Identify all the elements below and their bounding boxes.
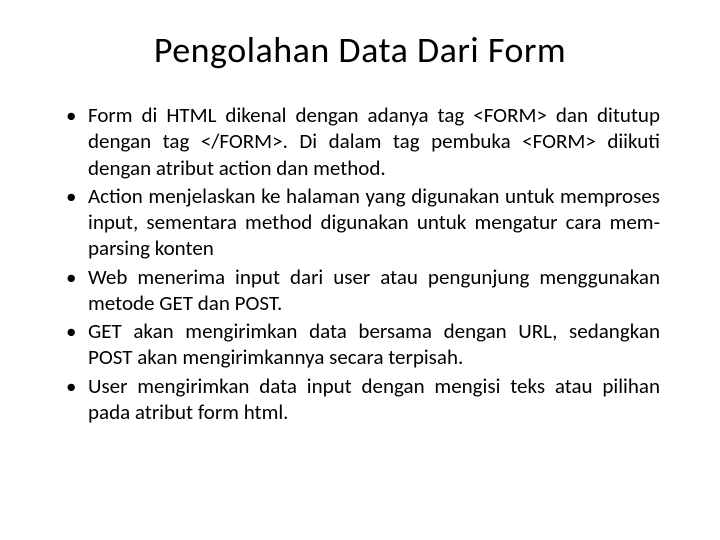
list-item: Action menjelaskan ke halaman yang digun… (60, 183, 660, 262)
bullet-list: Form di HTML dikenal dengan adanya tag <… (60, 102, 660, 425)
list-item: Web menerima input dari user atau pengun… (60, 264, 660, 317)
list-item: Form di HTML dikenal dengan adanya tag <… (60, 102, 660, 181)
slide-title: Pengolahan Data Dari Form (60, 28, 660, 72)
list-item: User mengirimkan data input dengan mengi… (60, 373, 660, 426)
list-item: GET akan mengirimkan data bersama dengan… (60, 318, 660, 371)
